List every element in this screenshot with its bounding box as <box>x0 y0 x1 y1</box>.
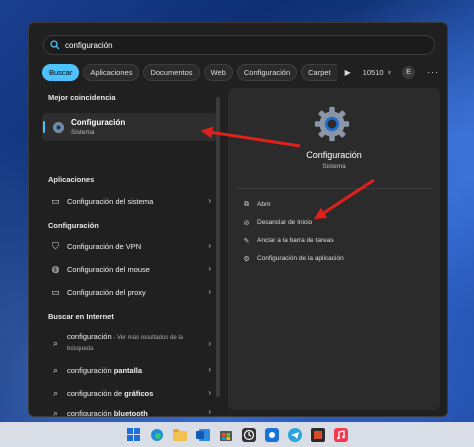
settings-gear-icon <box>52 121 65 133</box>
divider <box>236 188 432 189</box>
result-vpn[interactable]: ⛉ Configuración de VPN › <box>42 236 217 257</box>
mouse-icon: ◍ <box>51 264 60 274</box>
action-open[interactable]: ⧉ Abrir <box>242 200 271 209</box>
web-result-text: configuración <box>67 408 114 417</box>
open-icon: ⧉ <box>244 200 249 208</box>
web-result-3[interactable]: ⌕ configuración bluetooth › <box>42 406 217 417</box>
section-best-match: Mejor coincidencia <box>48 93 116 102</box>
search-input[interactable] <box>65 40 265 50</box>
search-icon: ⌕ <box>52 407 59 417</box>
puzzle-icon[interactable] <box>309 426 327 444</box>
search-icon: ⌕ <box>52 365 59 375</box>
chip-aplicaciones[interactable]: Aplicaciones <box>83 63 140 81</box>
section-apps: Aplicaciones <box>48 175 95 184</box>
web-result-bold: bluetooth <box>113 408 148 417</box>
chip-web[interactable]: Web <box>203 63 233 81</box>
chevron-right-icon: › <box>208 196 211 205</box>
result-label: Configuración del mouse <box>67 265 150 274</box>
action-app-settings[interactable]: ⚙ Configuración de la aplicación <box>242 254 344 263</box>
web-result-0[interactable]: ⌕ configuración - Ver más resultados de … <box>42 330 217 356</box>
rewards-points[interactable]: 10510 ♆ <box>363 68 392 77</box>
web-result-text: configuración <box>67 332 112 341</box>
chip-configuracion[interactable]: Configuración <box>236 63 298 81</box>
best-match-subtitle: Sistema <box>71 129 95 136</box>
unpin-icon: ⊘ <box>243 219 250 227</box>
gear-icon: ⚙ <box>243 255 250 263</box>
web-result-2[interactable]: ⌕ configuración de gráficos › <box>42 383 217 404</box>
web-result-1[interactable]: ⌕ configuración pantalla › <box>42 360 217 381</box>
clock-icon[interactable] <box>240 426 258 444</box>
telegram-icon[interactable] <box>286 426 304 444</box>
chip-buscar[interactable]: Buscar <box>42 63 80 81</box>
web-result-text: configuración de <box>67 389 125 398</box>
avatar[interactable]: E <box>402 65 416 79</box>
chevron-right-icon: › <box>208 264 211 273</box>
web-result-bold: gráficos <box>124 389 154 398</box>
rewards-points-value: 10510 <box>362 67 384 77</box>
store-icon[interactable] <box>217 426 235 444</box>
chevron-right-icon: › <box>208 407 211 416</box>
detail-title: Configuración <box>306 150 362 160</box>
edge-icon[interactable] <box>148 426 166 444</box>
settings-gear-icon <box>314 106 350 142</box>
web-result-bold: pantalla <box>113 366 143 375</box>
monitor-icon: ▭ <box>51 196 60 206</box>
results-scrollbar[interactable] <box>216 97 220 397</box>
scroll-chips-right-icon[interactable]: ▶ <box>341 68 355 77</box>
chevron-right-icon: › <box>208 241 211 250</box>
action-label: Desanclar de Inicio <box>257 219 313 226</box>
result-configuracion-del-sistema[interactable]: ▭ Configuración del sistema › <box>42 191 217 212</box>
pin-icon: ✎ <box>243 237 250 245</box>
music-icon[interactable] <box>332 426 350 444</box>
action-unpin-start[interactable]: ⊘ Desanclar de Inicio <box>242 218 313 227</box>
search-panel: Buscar Aplicaciones Documentos Web Confi… <box>28 22 448 417</box>
detail-subtitle: Sistema <box>322 163 346 170</box>
section-web: Buscar en Internet <box>48 312 114 321</box>
web-result-text: configuración <box>67 366 114 375</box>
action-label: Configuración de la aplicación <box>257 255 344 262</box>
chevron-right-icon: › <box>208 287 211 296</box>
result-label: Configuración de VPN <box>67 242 142 251</box>
filter-bar: Buscar Aplicaciones Documentos Web Confi… <box>42 63 442 81</box>
search-icon: ⌕ <box>52 388 59 398</box>
windows-icon[interactable] <box>125 426 143 444</box>
chevron-right-icon: › <box>208 339 211 348</box>
action-label: Anclar a la barra de tareas <box>257 237 334 244</box>
result-label: Configuración del proxy <box>67 288 146 297</box>
monitor-icon: ▭ <box>51 287 60 297</box>
shield-icon: ⛉ <box>52 241 59 251</box>
result-label: Configuración del sistema <box>67 197 154 206</box>
result-mouse[interactable]: ◍ Configuración del mouse › <box>42 259 217 280</box>
chevron-right-icon: › <box>208 365 211 374</box>
photos-icon[interactable] <box>263 426 281 444</box>
chip-carpetas[interactable]: Carpet <box>301 63 337 81</box>
chip-documentos[interactable]: Documentos <box>143 63 200 81</box>
search-icon <box>50 40 60 50</box>
rewards-trophy-icon: ♆ <box>386 67 393 77</box>
results-list: Mejor coincidencia Configuración Sistema… <box>42 87 218 416</box>
section-settings: Configuración <box>48 221 99 230</box>
search-icon: ⌕ <box>52 337 59 348</box>
best-match-title: Configuración <box>71 118 126 127</box>
outlook-icon[interactable] <box>194 426 212 444</box>
chevron-right-icon: › <box>208 388 211 397</box>
action-pin-taskbar[interactable]: ✎ Anclar a la barra de tareas <box>242 236 334 245</box>
result-proxy[interactable]: ▭ Configuración del proxy › <box>42 282 217 303</box>
best-match-item[interactable]: Configuración Sistema <box>42 113 217 141</box>
search-box[interactable] <box>43 35 435 55</box>
detail-pane: Configuración Sistema ⧉ Abrir ⊘ Desancla… <box>228 88 440 410</box>
folder-icon[interactable] <box>171 426 189 444</box>
action-label: Abrir <box>257 201 271 208</box>
taskbar <box>0 422 474 447</box>
more-options-icon[interactable]: ··· <box>427 67 439 77</box>
